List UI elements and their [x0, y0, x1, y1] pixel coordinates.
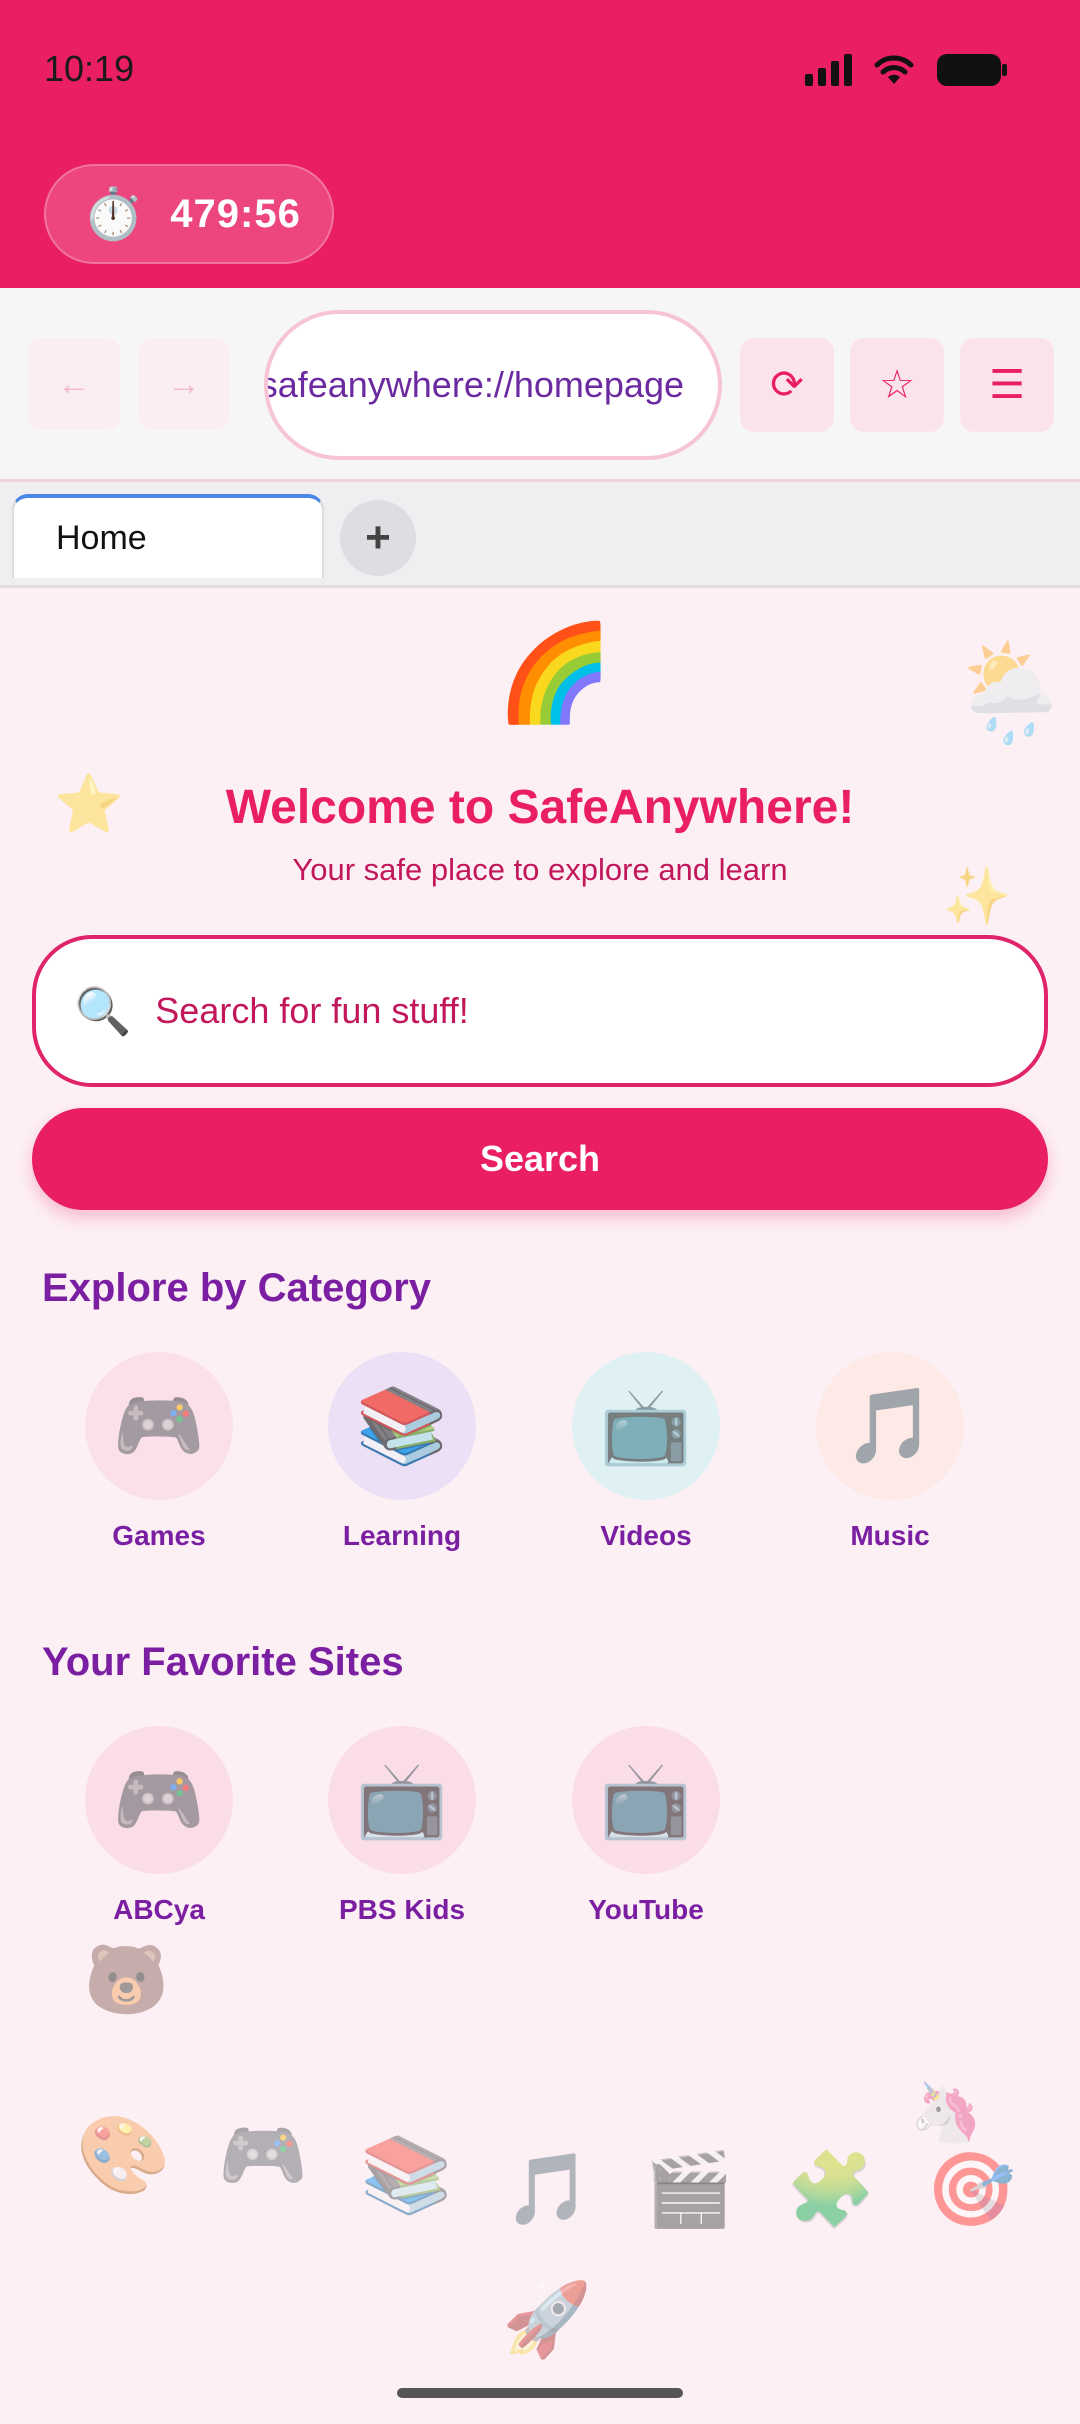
- favorite-pbs-kids[interactable]: 📺 PBS Kids: [297, 1726, 507, 1926]
- music-note-icon: 🎵: [843, 1384, 937, 1467]
- teddy-bear-icon: 🐻: [84, 1942, 169, 2018]
- target-icon: 🎯: [926, 2150, 1016, 2230]
- category-icon-circle: 🎮: [85, 1352, 233, 1500]
- clapperboard-icon: 🎬: [644, 2150, 734, 2230]
- books-icon: 📚: [355, 1384, 449, 1467]
- session-timer: ⏱️ 479:56: [44, 164, 334, 264]
- gamepad-icon: 🎮: [112, 1384, 206, 1467]
- search-icon: 🔍: [74, 984, 132, 1037]
- favorite-label: YouTube: [588, 1894, 704, 1925]
- categories-title: Explore by Category: [42, 1266, 432, 1310]
- reload-button[interactable]: ⟳: [740, 338, 834, 432]
- welcome-title: Welcome to SafeAnywhere!: [225, 781, 855, 834]
- category-games[interactable]: 🎮 Games: [54, 1352, 264, 1552]
- search-input[interactable]: [155, 990, 1044, 1032]
- address-bar[interactable]: safeanywhere://homepage: [264, 310, 722, 460]
- top-header: 10:19 ⏱️ 479:56: [0, 0, 1080, 288]
- search-button[interactable]: Search: [32, 1108, 1048, 1210]
- gamepad-icon: 🎮: [218, 2116, 308, 2196]
- wifi-icon: [874, 54, 914, 86]
- rainbow-icon: 🌈: [496, 620, 614, 725]
- unicorn-icon: 🦄: [910, 2080, 983, 2145]
- tab-home[interactable]: Home: [12, 494, 324, 578]
- favorite-abcya[interactable]: 🎮 ABCya: [54, 1726, 264, 1926]
- tab-strip: Home +: [0, 482, 1080, 588]
- television-icon: 📺: [355, 1758, 449, 1841]
- category-icon-circle: 📺: [572, 1352, 720, 1500]
- favorite-icon-circle: 📺: [572, 1726, 720, 1874]
- forward-button[interactable]: →: [138, 338, 230, 430]
- favorite-icon-circle: 🎮: [85, 1726, 233, 1874]
- sun-rainbow-icon: 🌦️: [950, 640, 1070, 747]
- puzzle-piece-icon: 🧩: [786, 2150, 876, 2230]
- books-icon: 📚: [360, 2133, 453, 2216]
- favorites-title: Your Favorite Sites: [42, 1640, 404, 1684]
- category-label: Videos: [600, 1520, 692, 1551]
- category-music[interactable]: 🎵 Music: [785, 1352, 995, 1552]
- rocket-icon: 🚀: [502, 2280, 592, 2360]
- favorite-label: PBS Kids: [338, 1894, 466, 1925]
- category-videos[interactable]: 📺 Videos: [541, 1352, 751, 1552]
- category-label: Learning: [342, 1520, 462, 1551]
- battery-icon: [936, 52, 1008, 88]
- status-icons: [805, 50, 1008, 90]
- tab-label: Home: [56, 518, 147, 557]
- palette-icon: 🎨: [76, 2113, 171, 2198]
- favorite-label: ABCya: [113, 1894, 205, 1925]
- category-label: Games: [112, 1520, 206, 1551]
- gamepad-icon: 🎮: [112, 1758, 206, 1841]
- favorite-youtube[interactable]: 📺 YouTube: [541, 1726, 751, 1926]
- home-indicator[interactable]: [397, 2388, 683, 2398]
- status-time: 10:19: [44, 48, 135, 89]
- television-icon: 📺: [599, 1758, 693, 1841]
- favorite-icon-circle: 📺: [328, 1726, 476, 1874]
- music-note-icon: 🎵: [504, 2150, 592, 2228]
- browser-toolbar: ← → safeanywhere://homepage ⟳ ☆ ☰: [0, 288, 1080, 482]
- stopwatch-icon: ⏱️: [82, 186, 145, 242]
- timer-value: 479:56: [170, 191, 301, 236]
- cellular-signal-icon: [805, 54, 852, 86]
- category-icon-circle: 📚: [328, 1352, 476, 1500]
- menu-button[interactable]: ☰: [960, 338, 1054, 432]
- url-text: safeanywhere://homepage: [264, 364, 684, 405]
- category-icon-circle: 🎵: [816, 1352, 964, 1500]
- category-label: Music: [850, 1520, 930, 1551]
- television-icon: 📺: [599, 1384, 693, 1467]
- welcome-subtitle: Your safe place to explore and learn: [292, 852, 788, 887]
- back-button[interactable]: ←: [28, 338, 120, 430]
- search-box[interactable]: 🔍: [32, 935, 1048, 1087]
- category-learning[interactable]: 📚 Learning: [297, 1352, 507, 1552]
- bookmark-button[interactable]: ☆: [850, 338, 944, 432]
- new-tab-button[interactable]: +: [340, 500, 416, 576]
